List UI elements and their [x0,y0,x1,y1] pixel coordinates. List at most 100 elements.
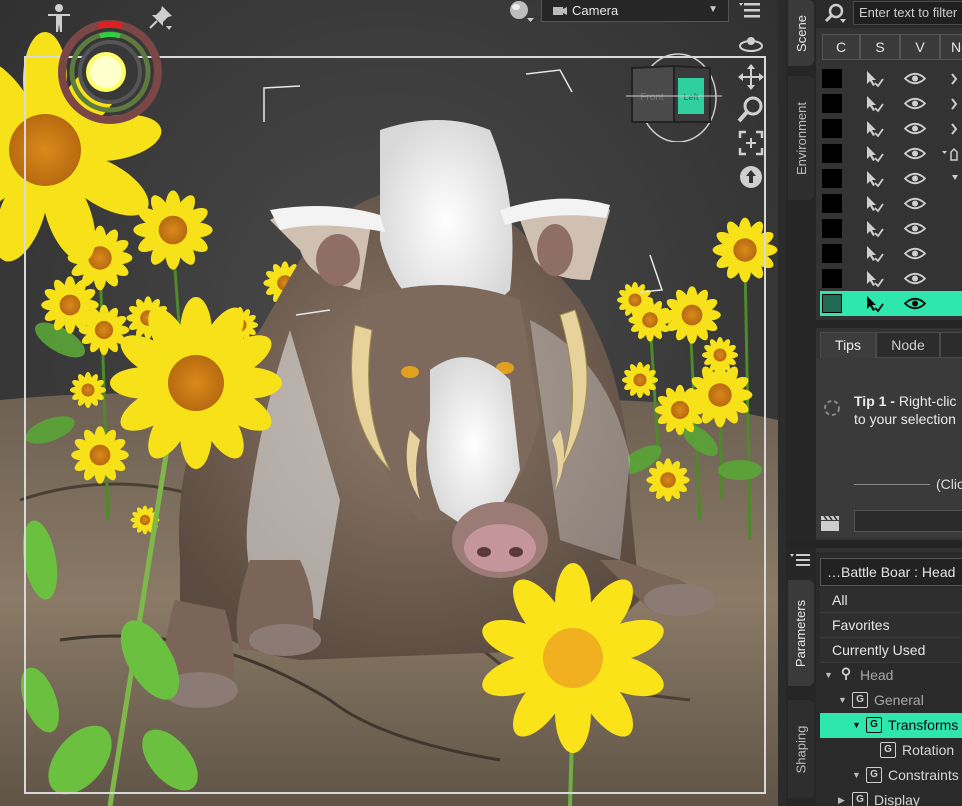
tab-scene-label: Scene [793,14,809,52]
chevron-down-icon: ▼ [708,4,718,15]
scene-row[interactable] [820,216,962,241]
scene-row[interactable] [820,241,962,266]
chevron-right-icon[interactable] [942,71,958,87]
select-arrow-icon[interactable] [864,70,884,88]
pane-divider[interactable] [816,320,962,328]
select-arrow-icon[interactable] [864,295,884,313]
eye-icon[interactable] [904,247,926,260]
select-arrow-icon[interactable] [864,95,884,113]
content-swatch[interactable] [822,119,842,138]
bone-icon[interactable] [942,146,958,162]
render-sphere-icon[interactable] [507,0,535,24]
column-header-content[interactable]: C [822,34,860,60]
pane-divider[interactable] [786,540,962,548]
parameters-pane: …Battle Boar : Head All Favorites Curren… [816,552,962,806]
content-swatch[interactable] [822,269,842,288]
eye-icon[interactable] [904,222,926,235]
eye-icon[interactable] [904,97,926,110]
eye-icon[interactable] [904,197,926,210]
content-swatch[interactable] [822,94,842,113]
content-swatch[interactable] [822,169,842,188]
parameter-tree-item[interactable]: ▼ G Transforms [820,713,962,738]
column-header-node[interactable]: No [940,34,962,60]
frame-icon[interactable] [736,128,766,158]
select-arrow-icon[interactable] [864,270,884,288]
orbit-icon[interactable] [736,30,766,60]
expand-arrow-icon[interactable]: ▶ [838,788,845,806]
chevron-right-icon[interactable] [942,96,958,112]
column-header-selectable[interactable]: S [860,34,900,60]
eye-icon[interactable] [904,122,926,135]
select-arrow-icon[interactable] [864,195,884,213]
collapse-arrow-icon[interactable]: ▼ [852,713,861,738]
clapperboard-icon[interactable] [820,514,840,532]
lighting-dial[interactable] [56,18,164,126]
tip-title: Tip 1 - [854,393,895,409]
parameter-tree: ▼ ⚲ Head ▼ G General ▼ G Transforms G Rotation ▼ G Co… [820,663,962,806]
select-arrow-icon[interactable] [864,245,884,263]
content-swatch[interactable] [822,294,842,313]
chevron-down-icon[interactable] [942,171,958,187]
scene-row[interactable] [820,191,962,216]
content-swatch[interactable] [822,194,842,213]
nav-cube[interactable]: Front Left [626,50,722,142]
camera-dropdown[interactable]: Camera ▼ [541,0,729,22]
tip-click-link[interactable]: (Clic [936,476,962,492]
tab-parameters[interactable]: Parameters [788,580,814,686]
filter-favorites[interactable]: Favorites [820,613,962,638]
eye-icon[interactable] [904,297,926,310]
pan-icon[interactable] [736,62,766,92]
eye-icon[interactable] [904,72,926,85]
app-window: Camera ▼ Front Left Scene Environment Pa… [0,0,962,806]
eye-icon[interactable] [904,172,926,185]
content-swatch[interactable] [822,144,842,163]
content-swatch[interactable] [822,219,842,238]
tab-overflow[interactable] [940,332,962,358]
nav-cube-front-label: Front [640,92,664,103]
parameter-tree-item[interactable]: G Rotation [820,738,962,763]
search-icon[interactable] [822,2,848,24]
eye-icon[interactable] [904,147,926,160]
tab-shaping[interactable]: Shaping [788,700,814,798]
scene-row[interactable] [820,116,962,141]
parameter-tree-item[interactable]: ▶ G Display [820,788,962,806]
content-swatch[interactable] [822,244,842,263]
reset-view-icon[interactable] [736,162,766,192]
zoom-icon[interactable] [736,94,766,124]
chevron-right-icon[interactable] [942,121,958,137]
scene-row[interactable] [820,166,962,191]
select-arrow-icon[interactable] [864,120,884,138]
select-arrow-icon[interactable] [864,170,884,188]
eye-icon[interactable] [904,272,926,285]
column-header-visible[interactable]: V [900,34,940,60]
select-arrow-icon[interactable] [864,220,884,238]
node-selector[interactable]: …Battle Boar : Head [820,558,962,586]
collapse-arrow-icon[interactable]: ▼ [824,663,833,688]
tab-tips[interactable]: Tips [820,332,876,358]
tab-environment-label: Environment [793,101,809,175]
content-swatch[interactable] [822,69,842,88]
parameter-tree-item[interactable]: ▼ G General [820,688,962,713]
tab-node[interactable]: Node [876,332,940,358]
scene-row[interactable] [820,66,962,91]
scene-row[interactable] [820,141,962,166]
panel-menu-icon[interactable] [790,552,812,570]
scene-row[interactable] [820,91,962,116]
tab-scene[interactable]: Scene [788,0,814,66]
parameter-tree-label: Display [874,792,920,806]
tab-environment[interactable]: Environment [788,76,814,200]
parameter-tree-item[interactable]: ▼ ⚲ Head [820,663,962,688]
filter-currently-used[interactable]: Currently Used [820,638,962,663]
parameter-tree-item[interactable]: ▼ G Constraints [820,763,962,788]
collapse-arrow-icon[interactable]: ▼ [852,763,861,788]
parameter-tree-label: Head [860,667,894,683]
viewport[interactable]: Camera ▼ Front Left [0,0,778,806]
scene-row[interactable] [820,291,962,316]
select-arrow-icon[interactable] [864,145,884,163]
menu-icon[interactable] [736,0,766,30]
filter-all[interactable]: All [820,588,962,613]
scene-filter-input[interactable]: Enter text to filter [853,1,962,25]
collapse-arrow-icon[interactable]: ▼ [838,688,847,713]
scene-filter-bar: Enter text to filter [816,0,962,28]
scene-row[interactable] [820,266,962,291]
